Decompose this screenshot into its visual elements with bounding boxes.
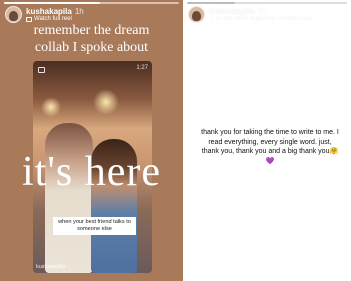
- username-text[interactable]: kushakapila: [26, 7, 72, 16]
- story-time: 1h: [257, 7, 267, 16]
- reel-caption: when your best friend talks to someone e…: [53, 217, 136, 235]
- headline-line-1: remember the dream: [33, 23, 150, 38]
- story-message: thank you for taking the time to write t…: [201, 129, 339, 165]
- story-progress-bar: [4, 2, 179, 4]
- reel-camera-icon: [38, 67, 45, 73]
- story-progress-fill: [4, 2, 101, 4]
- username[interactable]: kushakapila 1h: [209, 7, 267, 16]
- reel-duration: 1:27: [136, 65, 148, 71]
- big-overlay-text: it's here: [21, 149, 162, 195]
- ceiling-light: [93, 89, 119, 115]
- headline-line-2: collab I spoke about: [34, 40, 149, 55]
- music-subtitle[interactable]: ♫ Tu Hai Mera Superstar • Ashwin Das: [209, 16, 351, 22]
- ceiling-light: [41, 97, 61, 117]
- story-text-message[interactable]: kushakapila 1h ♫ Tu Hai Mera Superstar • …: [183, 0, 351, 281]
- avatar[interactable]: [188, 6, 205, 23]
- caption-line-1: when your best friend talks to: [58, 219, 131, 225]
- story-headline: remember the dream collab I spoke about: [0, 22, 183, 56]
- reel-person-left: [45, 123, 93, 273]
- story-progress-bar: [187, 2, 347, 4]
- stories-viewer: kushakapila 1h Watch full reel remember t…: [0, 0, 351, 281]
- avatar[interactable]: [5, 6, 22, 23]
- username[interactable]: kushakapila 1h: [26, 7, 84, 16]
- story-progress-fill: [187, 2, 235, 4]
- story-time: 1h: [74, 7, 84, 16]
- story-header: kushakapila 1h ♫ Tu Hai Mera Superstar • …: [188, 6, 346, 26]
- caption-line-2: someone else: [77, 226, 112, 232]
- reel-watermark: kushakapila: [36, 264, 66, 270]
- username-text[interactable]: kushakapila: [209, 7, 255, 16]
- story-reel-share[interactable]: kushakapila 1h Watch full reel remember t…: [0, 0, 183, 281]
